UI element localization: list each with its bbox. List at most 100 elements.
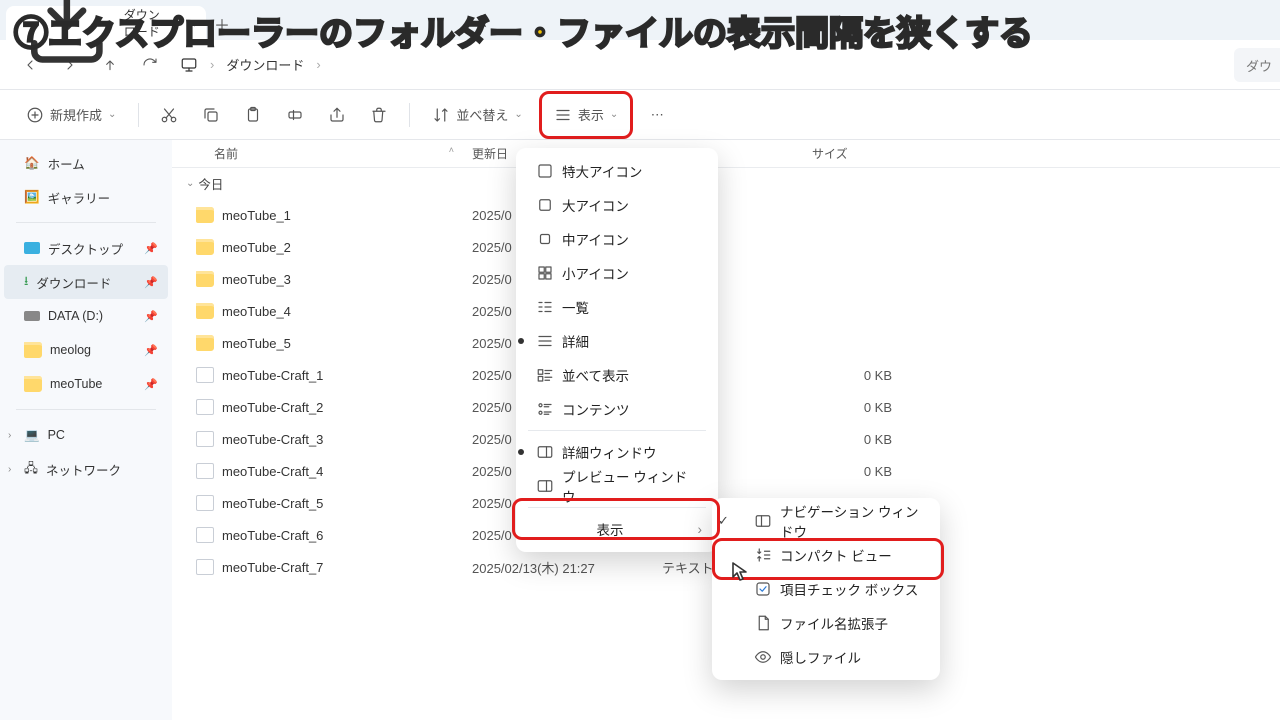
- square-icon: [536, 230, 554, 248]
- square-icon: [536, 162, 554, 180]
- doc-icon: [196, 559, 214, 575]
- breadcrumb[interactable]: › ダウンロード ›: [180, 55, 321, 74]
- table-row[interactable]: meoTube-Craft_12025/0ト0 KB: [172, 359, 1280, 391]
- menu-item-list[interactable]: 一覧: [522, 290, 712, 324]
- doc-icon: [196, 399, 214, 415]
- file-size: 0 KB: [812, 432, 902, 447]
- square-icon: [536, 196, 554, 214]
- submenu-item-compact[interactable]: コンパクト ビュー: [736, 538, 934, 572]
- sidebar-item-desktop[interactable]: デスクトップ📌: [4, 231, 168, 265]
- pin-icon: 📌: [144, 310, 158, 323]
- table-row[interactable]: meoTube_32025/0: [172, 263, 1280, 295]
- sidebar-item-gallery[interactable]: 🖼️ギャラリー: [4, 180, 168, 214]
- folder-icon: [196, 239, 214, 255]
- content-icon: [536, 400, 554, 418]
- menu-item-medium[interactable]: 中アイコン: [522, 222, 712, 256]
- table-row[interactable]: meoTube_42025/0: [172, 295, 1280, 327]
- folder-icon: [196, 335, 214, 351]
- doc-icon: [196, 527, 214, 543]
- menu-item-small[interactable]: 小アイコン: [522, 256, 712, 290]
- table-row[interactable]: meoTube_22025/0: [172, 231, 1280, 263]
- new-label: 新規作成: [50, 105, 102, 124]
- sidebar-item-data[interactable]: DATA (D:) 📌: [4, 299, 168, 333]
- table-row[interactable]: meoTube_12025/0: [172, 199, 1280, 231]
- chevron-right-icon: ›: [698, 522, 703, 537]
- menu-item-content[interactable]: コンテンツ: [522, 392, 712, 426]
- file-name: meoTube_3: [222, 272, 291, 287]
- table-row[interactable]: meoTube-Craft_22025/0ト0 KB: [172, 391, 1280, 423]
- file-name: meoTube-Craft_2: [222, 400, 323, 415]
- sidebar-label: ギャラリー: [48, 188, 111, 207]
- more-button[interactable]: ⋯: [639, 98, 675, 132]
- paste-button[interactable]: [235, 98, 271, 132]
- drive-icon: [24, 311, 40, 321]
- pin-icon: 📌: [144, 344, 158, 357]
- new-button[interactable]: 新規作成 ⌄: [16, 98, 126, 132]
- sort-button[interactable]: 並べ替え ⌄: [422, 98, 532, 132]
- checkbox-icon: [754, 580, 772, 598]
- pc-icon: 💻: [24, 428, 40, 443]
- file-name: meoTube-Craft_1: [222, 368, 323, 383]
- sidebar-item-meotube[interactable]: meoTube📌: [4, 367, 168, 401]
- toolbar: 新規作成 ⌄ 並べ替え ⌄ 表示 ⌄ ⋯: [0, 90, 1280, 140]
- table-row[interactable]: meoTube-Craft_42025/0ト0 KB: [172, 455, 1280, 487]
- sidebar-label: ネットワーク: [46, 460, 121, 479]
- submenu-item-extensions[interactable]: ファイル名拡張子: [736, 606, 934, 640]
- submenu-item-hidden[interactable]: 隠しファイル: [736, 640, 934, 674]
- sidebar-item-pc[interactable]: ›💻PC: [4, 418, 168, 452]
- file-size: 0 KB: [812, 400, 902, 415]
- submenu-item-nav-pane[interactable]: ✓ナビゲーション ウィンドウ: [736, 504, 934, 538]
- folder-icon: [24, 342, 42, 358]
- panel-right-icon: [536, 443, 554, 461]
- desktop-icon: [24, 242, 40, 254]
- menu-item-extra-large[interactable]: 特大アイコン: [522, 154, 712, 188]
- breadcrumb-item[interactable]: ダウンロード: [226, 55, 304, 74]
- file-date: 2025/02/13(木) 21:27: [472, 558, 662, 577]
- file-name: meoTube_1: [222, 208, 291, 223]
- sidebar-label: デスクトップ: [48, 239, 123, 258]
- view-button[interactable]: 表示 ⌄: [544, 98, 628, 132]
- menu-item-details[interactable]: 詳細: [522, 324, 712, 358]
- menu-item-tiles[interactable]: 並べて表示: [522, 358, 712, 392]
- sidebar-label: ホーム: [48, 154, 85, 173]
- table-row[interactable]: meoTube-Craft_32025/0ト0 KB: [172, 423, 1280, 455]
- search-input[interactable]: ダウ: [1234, 48, 1280, 82]
- list-icon: [554, 106, 572, 124]
- sidebar-item-network[interactable]: ›🖧ネットワーク: [4, 452, 168, 486]
- menu-item-large[interactable]: 大アイコン: [522, 188, 712, 222]
- sidebar-item-home[interactable]: 🏠ホーム: [4, 146, 168, 180]
- sort-label: 並べ替え: [456, 105, 508, 124]
- sidebar-label: DATA (D:): [48, 309, 103, 323]
- rename-button[interactable]: [277, 98, 313, 132]
- file-size: 0 KB: [812, 464, 902, 479]
- copy-button[interactable]: [193, 98, 229, 132]
- folder-icon: [196, 207, 214, 223]
- column-header: 名前˄ 更新日 サイズ: [172, 140, 1280, 168]
- table-row[interactable]: meoTube_52025/0: [172, 327, 1280, 359]
- file-name: meoTube_4: [222, 304, 291, 319]
- eye-icon: [754, 648, 772, 666]
- submenu-item-checkboxes[interactable]: 項目チェック ボックス: [736, 572, 934, 606]
- monitor-icon: [180, 56, 198, 74]
- col-size[interactable]: サイズ: [812, 145, 902, 162]
- menu-item-details-pane[interactable]: 詳細ウィンドウ: [522, 435, 712, 469]
- folder-icon: [24, 376, 42, 392]
- details-icon: [536, 332, 554, 350]
- file-name: meoTube_2: [222, 240, 291, 255]
- menu-item-preview-pane[interactable]: プレビュー ウィンドウ: [522, 469, 712, 503]
- sidebar-label: meolog: [50, 343, 91, 357]
- folder-icon: [196, 303, 214, 319]
- group-header[interactable]: ⌄今日: [172, 168, 1280, 199]
- sidebar-item-meolog[interactable]: meolog 📌: [4, 333, 168, 367]
- cut-button[interactable]: [151, 98, 187, 132]
- group-label: 今日: [198, 174, 223, 193]
- chevron-right-icon: ›: [8, 464, 11, 475]
- sidebar: 🏠ホーム 🖼️ギャラリー デスクトップ📌 ⭳ダウンロード📌 DATA (D:)📌…: [0, 140, 172, 720]
- share-button[interactable]: [319, 98, 355, 132]
- doc-icon: [196, 463, 214, 479]
- sidebar-item-downloads[interactable]: ⭳ダウンロード📌: [4, 265, 168, 299]
- col-name[interactable]: 名前˄: [172, 145, 472, 162]
- file-name: meoTube-Craft_6: [222, 528, 323, 543]
- menu-item-show[interactable]: 表示›: [522, 512, 712, 546]
- delete-button[interactable]: [361, 98, 397, 132]
